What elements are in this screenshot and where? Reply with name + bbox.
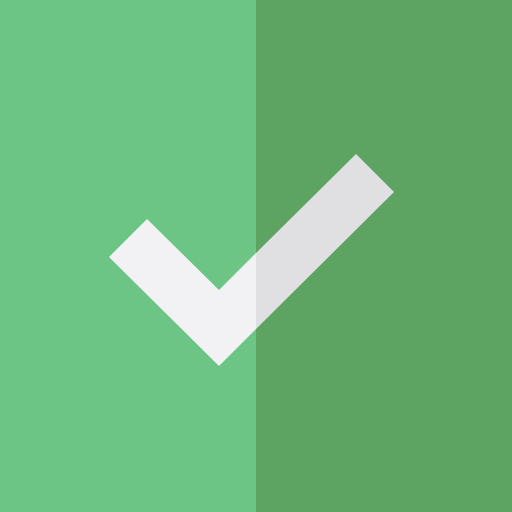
checkmark-tile — [0, 0, 512, 512]
checkmark-icon — [0, 0, 512, 512]
